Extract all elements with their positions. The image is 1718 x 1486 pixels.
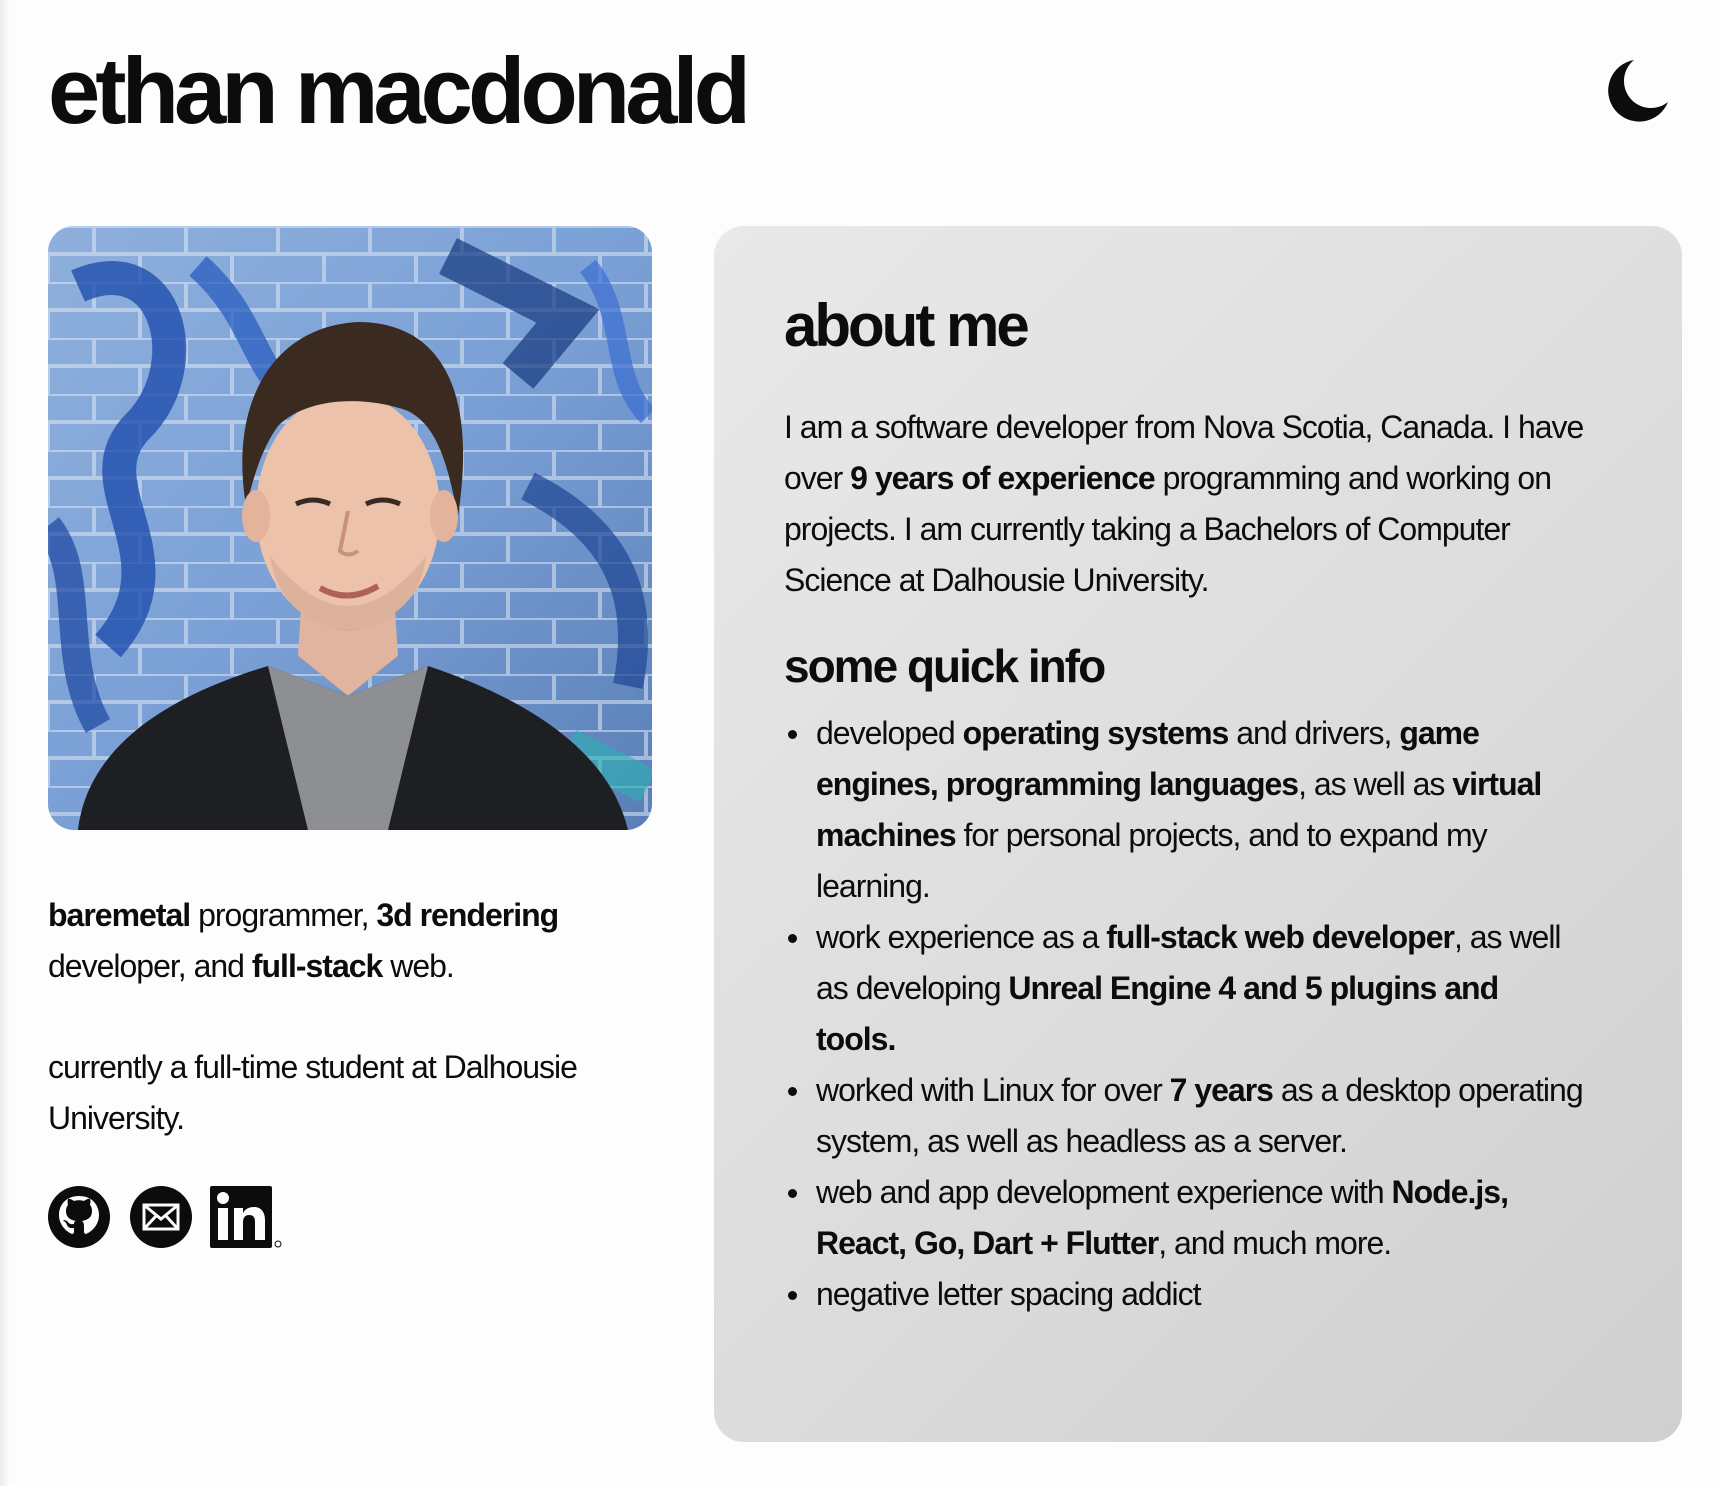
quick-info-item: web and app development experience with … <box>784 1167 1584 1269</box>
text-run: web and app development experience with <box>816 1174 1392 1210</box>
email-link[interactable] <box>130 1186 192 1248</box>
github-link[interactable] <box>48 1186 110 1248</box>
emphasis-text: baremetal <box>48 897 191 933</box>
text-run: , as well as <box>1298 766 1453 802</box>
text-run: developed <box>816 715 963 751</box>
emphasis-text: full-stack <box>251 948 383 984</box>
email-icon <box>130 1186 192 1248</box>
profile-intro: baremetal programmer, 3d rendering devel… <box>48 890 688 1144</box>
theme-toggle-button[interactable] <box>1598 52 1676 130</box>
about-heading: about me <box>784 292 1030 359</box>
text-run: , and much more. <box>1158 1225 1392 1261</box>
text-run: work experience as a <box>816 919 1107 955</box>
about-card: about me I am a software developer from … <box>714 226 1682 1442</box>
linkedin-link[interactable] <box>210 1186 284 1248</box>
linkedin-icon <box>210 1186 282 1248</box>
about-body: I am a software developer from Nova Scot… <box>784 402 1614 606</box>
quick-info-heading: some quick info <box>784 640 1106 692</box>
moon-icon <box>1608 60 1668 122</box>
text-run: web. <box>382 948 455 984</box>
quick-info-item: worked with Linux for over 7 years as a … <box>784 1065 1584 1167</box>
profile-status: currently a full-time student at Dalhous… <box>48 1049 578 1136</box>
emphasis-text: full-stack web developer <box>1106 919 1455 955</box>
emphasis-text: 9 years of experience <box>850 460 1156 496</box>
text-run: and drivers, <box>1228 715 1400 751</box>
emphasis-text: operating systems <box>962 715 1230 751</box>
text-run: developer, and <box>48 948 252 984</box>
text-run: programmer, <box>190 897 377 933</box>
emphasis-text: 3d rendering <box>376 897 559 933</box>
text-run: worked with Linux for over <box>816 1072 1170 1108</box>
quick-info-item: work experience as a full-stack web deve… <box>784 912 1584 1065</box>
quick-info-item: developed operating systems and drivers,… <box>784 708 1584 912</box>
site-title: ethan macdonald <box>48 38 751 143</box>
emphasis-text: 7 years <box>1169 1072 1274 1108</box>
profile-tagline: baremetal programmer, 3d rendering devel… <box>48 890 688 992</box>
github-icon <box>48 1186 110 1248</box>
text-run: negative letter spacing addict <box>816 1276 1201 1312</box>
page-edge-shadow <box>0 0 10 1486</box>
quick-info-list: developed operating systems and drivers,… <box>784 708 1584 1320</box>
profile-photo <box>48 226 652 830</box>
quick-info-item: negative letter spacing addict <box>784 1269 1584 1320</box>
